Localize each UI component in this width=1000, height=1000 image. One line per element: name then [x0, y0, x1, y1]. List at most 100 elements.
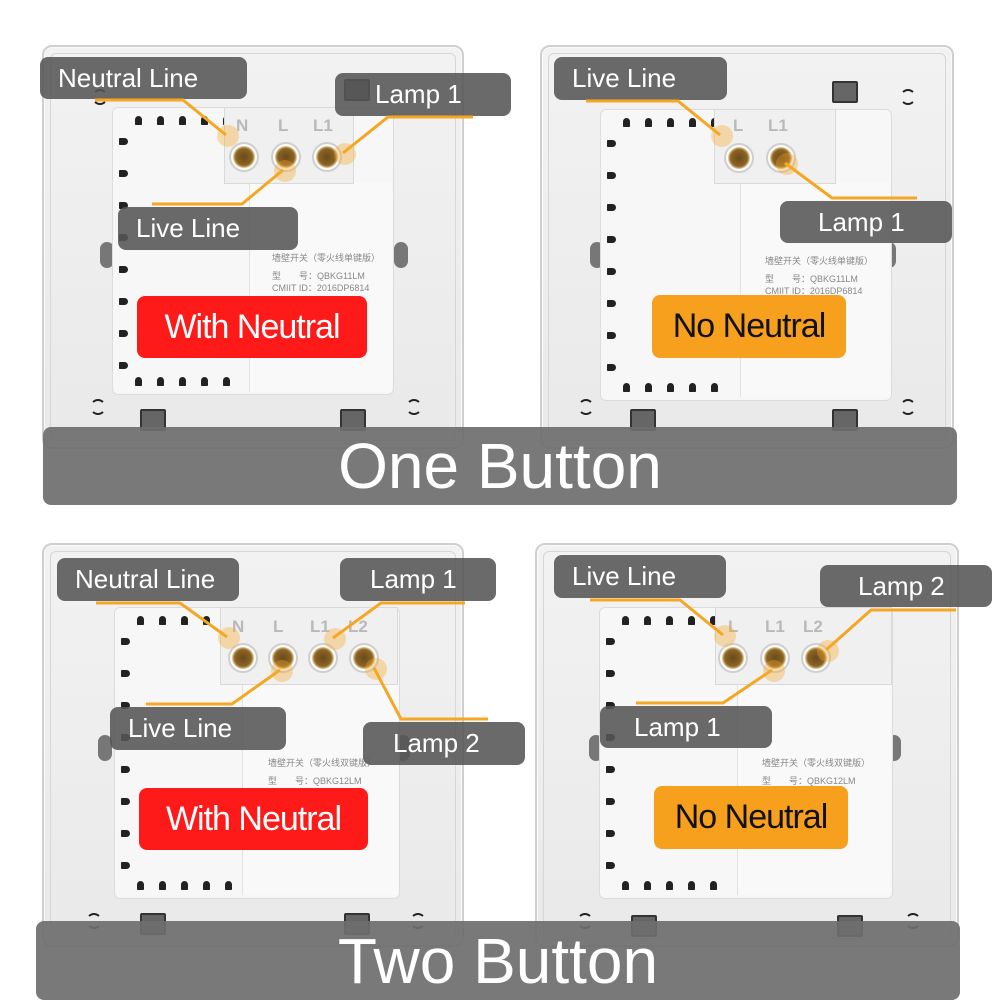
vent-hole: [225, 881, 232, 890]
vent-hole: [606, 670, 615, 677]
terminal-label: L: [733, 116, 744, 135]
connection-point: [711, 125, 733, 147]
terminal-screw: [724, 143, 754, 173]
callout-lamp-1: Lamp 1: [335, 73, 511, 116]
vent-hole: [119, 362, 128, 369]
vent-hole: [203, 881, 210, 890]
vent-hole: [157, 116, 164, 125]
spec-line: 墙壁开关（零火线单键版）: [272, 253, 381, 263]
terminal-label: L1: [765, 617, 785, 636]
section-banner-one-button: One Button: [43, 427, 957, 505]
vent-hole: [121, 862, 130, 869]
callout-live-line: Live Line: [110, 707, 286, 750]
callout-lamp-2: Lamp 2: [363, 722, 525, 765]
vent-hole: [710, 881, 717, 890]
connection-point: [776, 153, 798, 175]
vent-hole: [667, 118, 674, 127]
vent-hole: [607, 140, 616, 147]
vent-hole: [223, 377, 230, 386]
vent-hole: [606, 798, 615, 805]
vent-hole: [644, 881, 651, 890]
vent-hole: [689, 383, 696, 392]
callout-live-line: Live Line: [554, 57, 727, 100]
spec-line: 型 号：QBKG12LM: [268, 776, 362, 786]
vent-hole: [622, 881, 629, 890]
vent-hole: [179, 377, 186, 386]
vent-hole: [119, 298, 128, 305]
terminal-label: L: [273, 617, 284, 636]
terminal-screw: [229, 142, 259, 172]
vent-hole: [137, 616, 144, 625]
spec-line: 墙壁开关（零火线双键版）: [762, 758, 871, 768]
vent-hole: [688, 881, 695, 890]
vent-hole: [607, 364, 616, 371]
vent-hole: [644, 616, 651, 625]
vent-hole: [607, 268, 616, 275]
clip-icon: [832, 81, 858, 103]
callout-live-line: Live Line: [554, 555, 726, 598]
vent-hole: [666, 881, 673, 890]
vent-hole: [607, 204, 616, 211]
vent-hole: [119, 330, 128, 337]
spec-line: 型 号：QBKG11LM: [765, 274, 858, 284]
callout-live-line: Live Line: [118, 207, 298, 250]
vent-hole: [119, 266, 128, 273]
vent-hole: [688, 616, 695, 625]
vent-hole: [159, 881, 166, 890]
vent-hole: [181, 881, 188, 890]
connection-point: [334, 143, 356, 165]
mount-hole-icon: [900, 89, 916, 105]
vent-hole: [159, 616, 166, 625]
vent-hole: [181, 616, 188, 625]
section-banner-two-button: Two Button: [36, 921, 960, 1000]
vent-hole: [121, 670, 130, 677]
vent-hole: [119, 138, 128, 145]
spec-line: 墙壁开关（零火线双键版）: [268, 758, 377, 768]
vent-hole: [607, 236, 616, 243]
terminal-screw: [718, 643, 748, 673]
connection-point: [365, 658, 387, 680]
connection-point: [324, 628, 346, 650]
spec-line: 型 号：QBKG11LM: [272, 271, 365, 281]
connection-point: [274, 160, 296, 182]
vent-hole: [137, 881, 144, 890]
vent-hole: [622, 616, 629, 625]
vent-hole: [135, 116, 142, 125]
vent-hole: [689, 118, 696, 127]
mount-hole-icon: [900, 399, 916, 415]
spec-label: 墙壁开关（零火线单键版） 型 号：QBKG11LM CMIIT ID：2016D…: [765, 255, 873, 297]
connection-point: [763, 660, 785, 682]
vent-hole: [667, 383, 674, 392]
vent-hole: [607, 332, 616, 339]
side-slot: [394, 242, 408, 268]
vent-hole: [623, 383, 630, 392]
callout-lamp-2: Lamp 2: [820, 565, 992, 607]
terminal-label: L2: [803, 617, 823, 636]
terminal-label: L: [278, 116, 289, 135]
vent-hole: [135, 377, 142, 386]
callout-lamp-1: Lamp 1: [340, 558, 496, 601]
vent-hole: [121, 830, 130, 837]
vent-hole: [201, 116, 208, 125]
connection-point: [714, 625, 736, 647]
badge-no-neutral: No Neutral: [654, 786, 848, 849]
vent-hole: [121, 798, 130, 805]
badge-no-neutral: No Neutral: [652, 295, 846, 358]
mount-hole-icon: [90, 399, 106, 415]
vent-hole: [607, 300, 616, 307]
spec-label: 墙壁开关（零火线双键版） 型 号：QBKG12LM: [268, 757, 376, 787]
connection-point: [271, 660, 293, 682]
vent-hole: [645, 118, 652, 127]
connection-point: [817, 640, 839, 662]
vent-hole: [607, 172, 616, 179]
vent-hole: [711, 383, 718, 392]
connection-point: [218, 627, 240, 649]
mount-hole-icon: [578, 399, 594, 415]
vent-hole: [121, 766, 130, 773]
vent-hole: [606, 862, 615, 869]
callout-neutral-line: Neutral Line: [40, 57, 247, 99]
spec-label: 墙壁开关（零火线双键版） 型 号：QBKG12LM: [762, 757, 870, 787]
vent-hole: [121, 638, 130, 645]
vent-hole: [606, 638, 615, 645]
vent-hole: [157, 377, 164, 386]
